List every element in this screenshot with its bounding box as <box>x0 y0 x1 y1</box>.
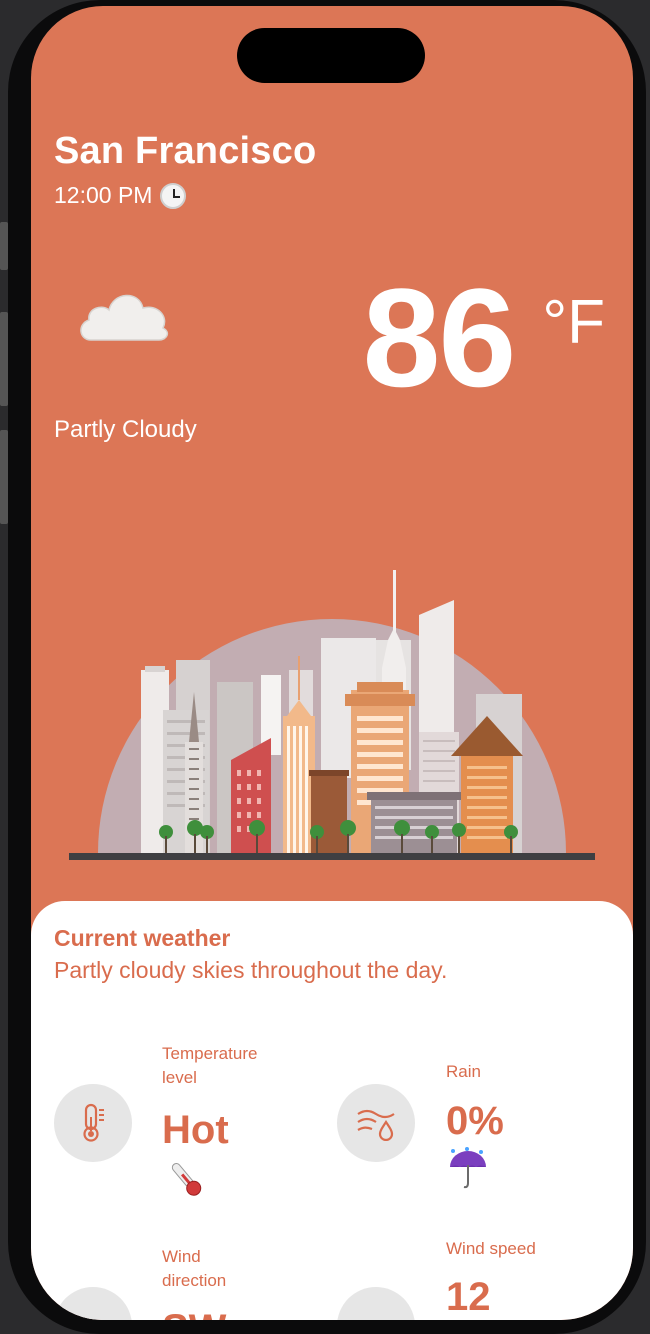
current-weather-description: Partly cloudy skies throughout the day. <box>54 957 448 983</box>
volume-up-button <box>0 312 8 406</box>
wind-direction-label: Wind direction <box>162 1245 226 1293</box>
temperature-label-line2: level <box>162 1068 197 1087</box>
temperature-display: 86 °F <box>363 268 605 408</box>
wind-speed-value: 12 <box>446 1275 491 1319</box>
wind-speed-label: Wind speed <box>446 1239 536 1258</box>
cloud-icon <box>80 294 169 341</box>
rain-value: 0% <box>446 1099 504 1143</box>
temperature-value: 86 <box>362 259 517 416</box>
wind-speed-icon <box>337 1287 415 1320</box>
current-weather-title: Current weather <box>54 925 231 951</box>
local-time-row: 12:00 PM <box>54 182 187 209</box>
city-name: San Francisco <box>54 130 317 172</box>
temperature-level-label: Temperature level <box>162 1042 257 1090</box>
rain-drop-icon <box>337 1084 415 1162</box>
local-time: 12:00 PM <box>54 182 153 208</box>
thermometer-icon <box>54 1084 132 1162</box>
mute-switch <box>0 222 8 270</box>
temperature-unit: °F <box>542 288 605 357</box>
volume-down-button <box>0 430 8 524</box>
wind-direction-label-line1: Wind <box>162 1247 201 1266</box>
app-screen: San Francisco 12:00 PM 86 °F Partly Clou… <box>31 6 633 1320</box>
condition-text: Partly Cloudy <box>54 416 197 443</box>
weather-details-panel: Current weather Partly cloudy skies thro… <box>31 901 633 1320</box>
wind-direction-label-line2: direction <box>162 1271 227 1290</box>
wind-direction-icon <box>54 1287 132 1320</box>
temperature-level-value: Hot <box>162 1108 229 1152</box>
thermometer-emoji-icon <box>171 1163 202 1196</box>
city-skyline-illustration <box>69 570 595 860</box>
rain-label: Rain <box>446 1062 481 1081</box>
wind-direction-value: SW <box>162 1309 226 1320</box>
dynamic-island <box>237 28 425 83</box>
temperature-label-line1: Temperature <box>162 1044 258 1063</box>
clock-icon <box>160 182 187 209</box>
umbrella-with-rain-icon <box>450 1147 486 1189</box>
